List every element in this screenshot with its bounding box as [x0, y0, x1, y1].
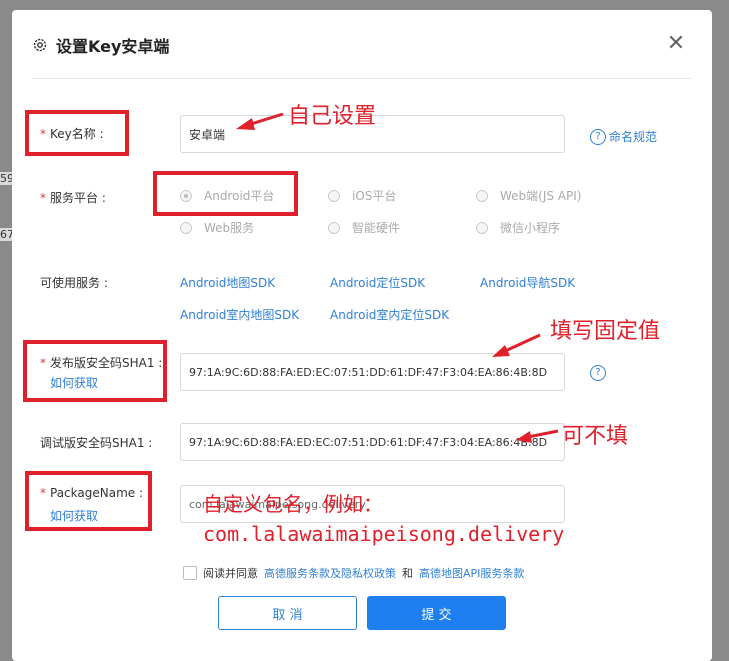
annotation-debug-sha1: 可不填 [562, 424, 629, 449]
annotation-key-name: 自己设置 [288, 104, 377, 129]
annotation-package-line2: com.lalawaimaipeisong.delivery [203, 522, 565, 546]
annotation-release-sha1: 填写固定值 [550, 319, 661, 344]
annotation-package-line1: 自定义包名，例如： [203, 492, 383, 516]
